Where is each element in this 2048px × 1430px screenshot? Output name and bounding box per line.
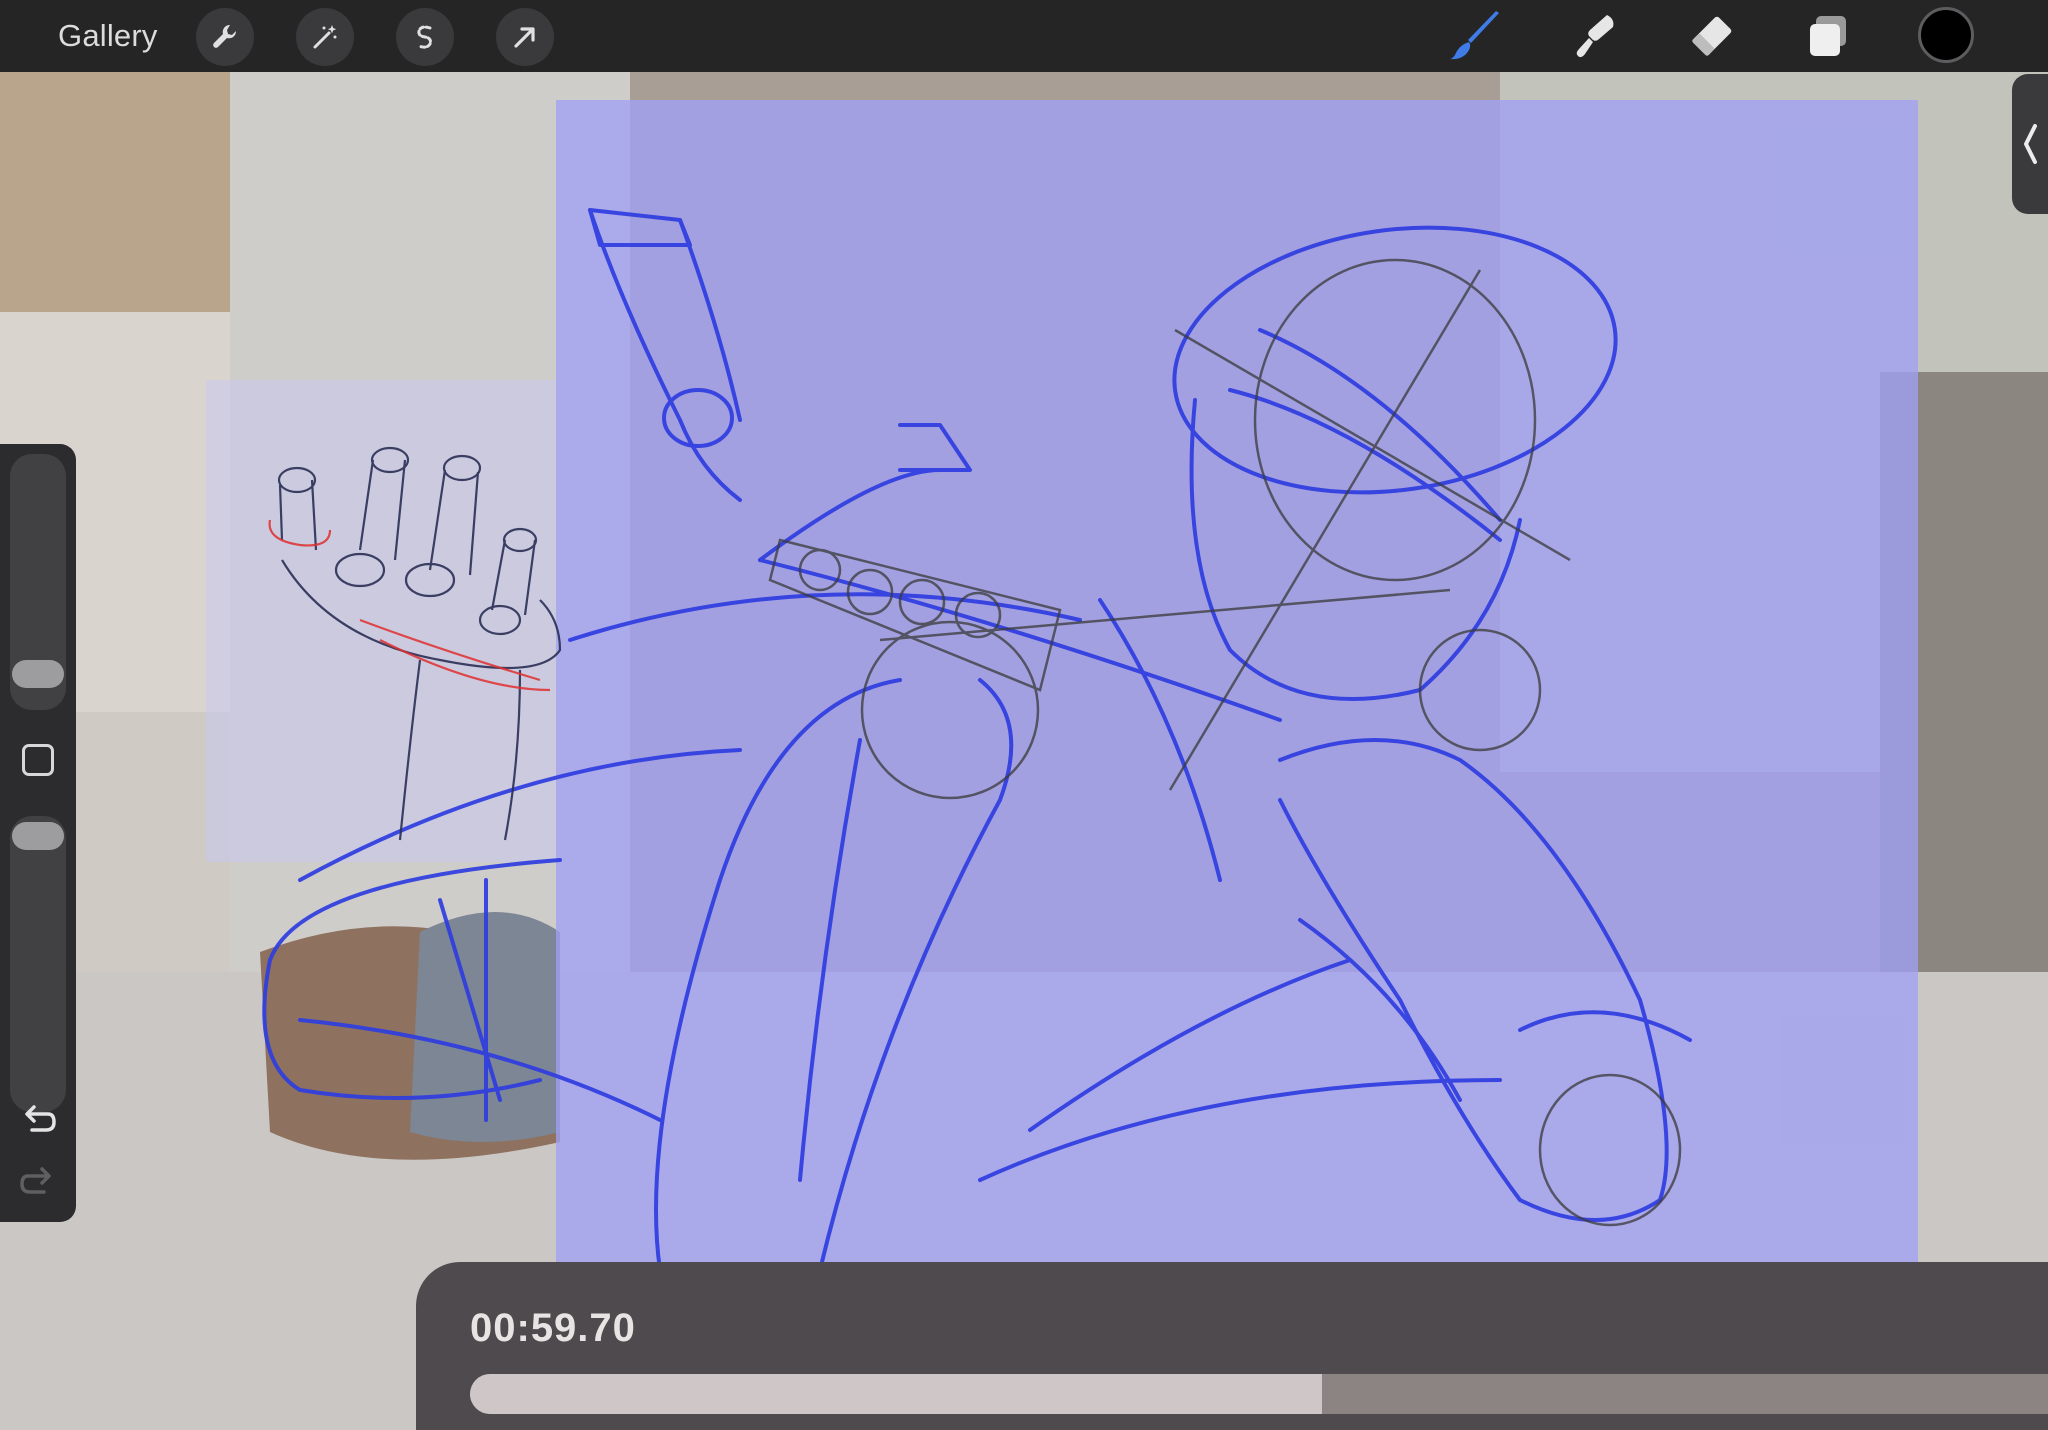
brush-size-slider[interactable] [10, 454, 66, 710]
opacity-knob[interactable] [12, 822, 64, 850]
color-swatch[interactable] [1918, 7, 1974, 63]
hand-study-canvas[interactable] [206, 380, 556, 862]
layers-icon[interactable] [1800, 10, 1856, 62]
selection-s-icon[interactable] [396, 8, 454, 66]
left-sidebar [0, 444, 76, 1222]
video-progress-bar[interactable] [470, 1374, 2048, 1414]
video-timecode: 00:59.70 [470, 1306, 636, 1350]
adjustments-magic-wand-icon[interactable] [296, 8, 354, 66]
redo-icon[interactable] [18, 1162, 58, 1202]
modify-button[interactable] [22, 744, 54, 776]
chevron-left-icon [2023, 124, 2037, 164]
smudge-icon[interactable] [1566, 10, 1622, 62]
brush-size-knob[interactable] [12, 660, 64, 688]
eraser-icon[interactable] [1684, 10, 1740, 62]
transform-arrow-icon[interactable] [496, 8, 554, 66]
video-progress-fill [470, 1374, 1323, 1414]
reference-panel-tab[interactable] [2012, 74, 2048, 214]
undo-icon[interactable] [18, 1100, 58, 1140]
drawing-canvas[interactable] [556, 100, 1918, 1330]
top-toolbar: Gallery [0, 0, 2048, 72]
actions-wrench-icon[interactable] [196, 8, 254, 66]
gallery-button[interactable]: Gallery [58, 18, 158, 54]
opacity-slider[interactable] [10, 816, 66, 1112]
brush-icon[interactable] [1448, 10, 1504, 62]
